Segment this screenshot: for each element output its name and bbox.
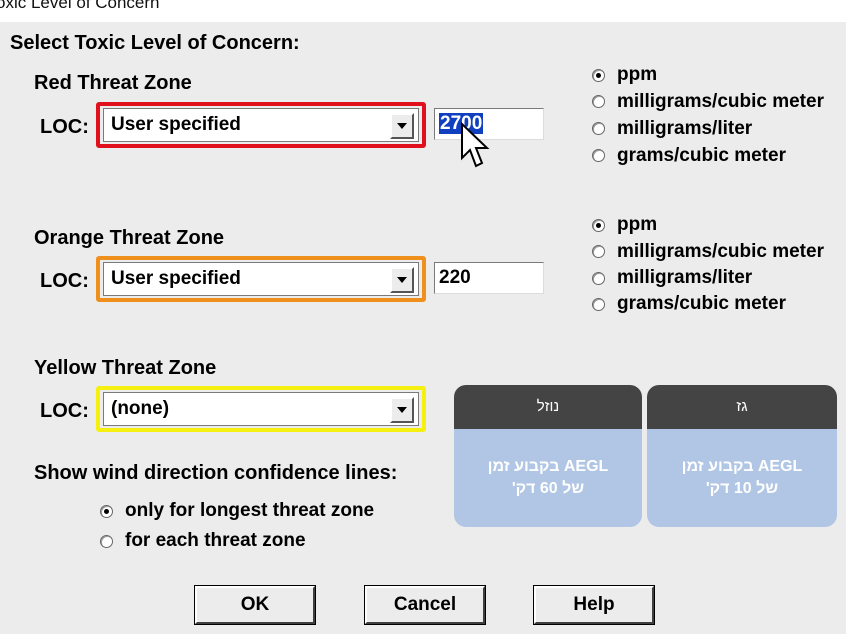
card-line2: של 10 דק' (705, 480, 779, 497)
radio-icon[interactable] (592, 95, 605, 108)
pointer-arrow-icon (461, 122, 490, 168)
red-zone-title: Red Threat Zone (34, 72, 192, 94)
yellow-loc-select[interactable]: (none) (103, 392, 419, 426)
confidence-options: only for longest threat zone for each th… (100, 496, 374, 556)
yellow-zone-frame: (none) (96, 386, 426, 432)
red-loc-select[interactable]: User specified (103, 108, 419, 142)
overlay-card-gas: גז AEGL בקבוע זמן של 10 דק' (647, 385, 837, 527)
confidence-option-each[interactable]: for each threat zone (100, 526, 374, 556)
orange-loc-select[interactable]: User specified (103, 262, 419, 296)
chevron-down-icon[interactable] (390, 267, 414, 293)
help-button[interactable]: Help (533, 585, 655, 625)
radio-icon[interactable] (100, 504, 113, 518)
title-bar: oxic Level of Concern (0, 0, 846, 22)
radio-icon[interactable] (592, 297, 605, 311)
cancel-button[interactable]: Cancel (364, 585, 486, 625)
red-zone-frame: User specified (96, 102, 426, 148)
orange-loc-label: LOC: (40, 270, 89, 292)
radio-icon[interactable] (592, 68, 605, 82)
red-loc-label: LOC: (40, 116, 89, 138)
orange-zone-title: Orange Threat Zone (34, 227, 225, 249)
orange-loc-select-value: User specified (111, 268, 241, 289)
card-body: AEGL בקבוע זמן של 60 דק' (454, 429, 642, 527)
card-body: AEGL בקבוע זמן של 10 דק' (647, 429, 837, 527)
chevron-down-icon[interactable] (390, 113, 414, 139)
red-unit-g-m3[interactable]: grams/cubic meter (592, 142, 824, 169)
chevron-down-icon[interactable] (390, 397, 414, 423)
orange-unit-group: ppm milligrams/cubic meter milligrams/li… (592, 212, 824, 317)
radio-icon[interactable] (592, 271, 605, 285)
yellow-loc-select-value: (none) (111, 398, 170, 419)
radio-icon[interactable] (592, 122, 605, 135)
orange-unit-g-m3[interactable]: grams/cubic meter (592, 291, 824, 317)
red-unit-mg-m3[interactable]: milligrams/cubic meter (592, 88, 824, 115)
red-unit-mg-l[interactable]: milligrams/liter (592, 115, 824, 142)
orange-loc-value-input[interactable]: 220 (434, 262, 544, 294)
orange-zone-frame: User specified (96, 256, 426, 302)
red-unit-group: ppm milligrams/cubic meter milligrams/li… (592, 62, 824, 169)
card-line1: AEGL בקבוע זמן (681, 458, 803, 475)
radio-icon[interactable] (592, 218, 605, 232)
radio-icon[interactable] (592, 245, 605, 258)
window-title: oxic Level of Concern (0, 0, 160, 12)
confidence-option-longest[interactable]: only for longest threat zone (100, 496, 374, 526)
orange-loc-value: 220 (439, 267, 471, 288)
card-header: גז (647, 385, 837, 429)
orange-unit-mg-m3[interactable]: milligrams/cubic meter (592, 238, 824, 265)
card-line2: של 60 דק' (511, 480, 585, 497)
ok-button[interactable]: OK (194, 585, 316, 625)
orange-unit-mg-l[interactable]: milligrams/liter (592, 265, 824, 291)
dialog-heading: Select Toxic Level of Concern: (10, 32, 300, 54)
radio-icon[interactable] (592, 149, 605, 162)
yellow-zone-title: Yellow Threat Zone (34, 357, 217, 379)
yellow-loc-label: LOC: (40, 400, 89, 422)
red-unit-ppm[interactable]: ppm (592, 62, 824, 88)
card-header: נוזל (454, 385, 642, 429)
overlay-card-liquid: נוזל AEGL בקבוע זמן של 60 דק' (454, 385, 642, 527)
red-loc-select-value: User specified (111, 114, 241, 135)
orange-unit-ppm[interactable]: ppm (592, 212, 824, 238)
radio-icon[interactable] (100, 534, 113, 548)
card-line1: AEGL בקבוע זמן (487, 458, 609, 475)
confidence-label: Show wind direction confidence lines: (34, 462, 398, 484)
